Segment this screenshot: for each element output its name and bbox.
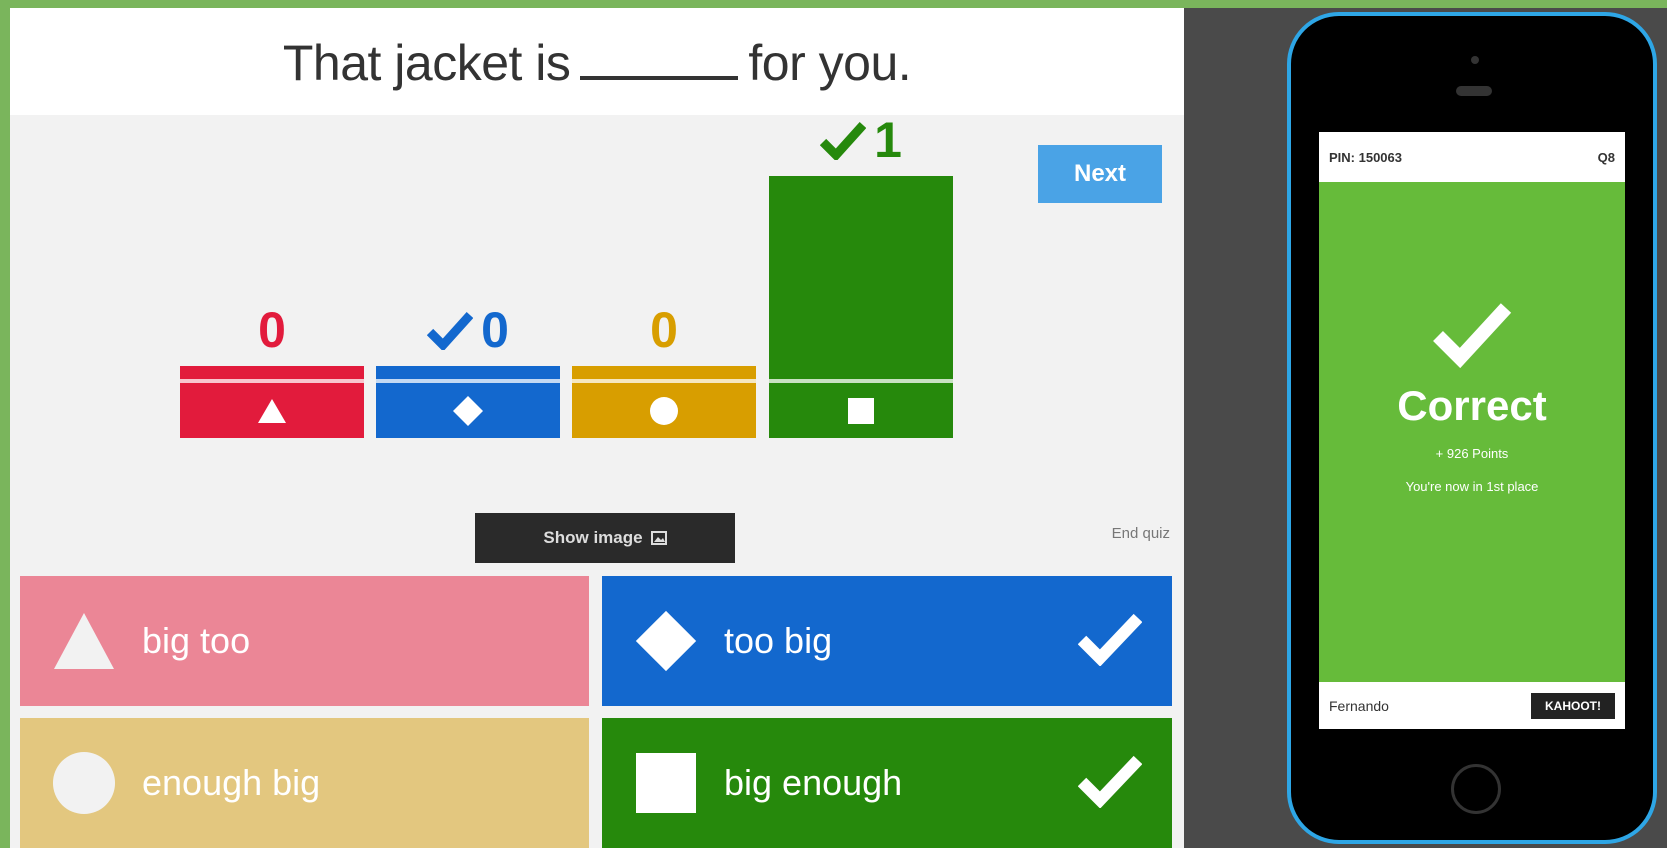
image-icon [650, 531, 667, 545]
phone-top-bar: PIN: 150063 Q8 [1319, 132, 1625, 182]
result-count-yellow: 0 [572, 300, 756, 360]
phone-status: Correct [1397, 382, 1547, 429]
phone-home-button[interactable] [1451, 764, 1501, 814]
result-bar-green [769, 176, 953, 438]
check-icon [820, 121, 867, 160]
phone-bottom-bar: Fernando KAHOOT! [1319, 682, 1625, 729]
square-icon [634, 751, 698, 815]
answer-label: big too [142, 620, 251, 661]
result-bar-red [180, 366, 364, 438]
check-icon [427, 311, 474, 350]
question-after: for you. [748, 34, 912, 91]
phone-question-number: Q8 [1597, 149, 1615, 165]
triangle-icon [52, 609, 116, 673]
question-bar: That jacket is for you. [10, 8, 1184, 115]
circle-icon [572, 383, 756, 438]
result-count-value: 0 [650, 302, 678, 358]
phone-result-panel: Correct + 926 Points You're now in 1st p… [1319, 182, 1625, 682]
triangle-icon [180, 383, 364, 438]
diamond-icon [634, 609, 698, 673]
phone-kahoot-badge: KAHOOT! [1531, 692, 1615, 719]
phone-player-name: Fernando [1329, 697, 1389, 714]
phone-camera [1471, 56, 1479, 64]
result-count-green: 1 [769, 110, 953, 170]
question-before: That jacket is [282, 34, 571, 91]
question-text: That jacket is for you. [282, 32, 912, 92]
end-quiz-link[interactable]: End quiz [1060, 525, 1170, 542]
answer-tile-green[interactable]: big enough [602, 718, 1172, 848]
diamond-icon [376, 383, 560, 438]
next-button[interactable]: Next [1038, 145, 1162, 203]
phone-screen: PIN: 150063 Q8 Correct + 926 Points You'… [1319, 132, 1625, 729]
result-count-red: 0 [180, 300, 364, 360]
answer-label: enough big [142, 762, 321, 803]
host-screen: That jacket is for you. Next 0 0 0 1 Show im… [10, 8, 1184, 848]
result-count-value: 0 [481, 302, 509, 358]
phone-points: + 926 Points [1435, 446, 1509, 461]
check-icon [1433, 303, 1512, 368]
answer-tile-blue[interactable]: too big [602, 576, 1172, 706]
answer-tile-red[interactable]: big too [20, 576, 589, 706]
phone-device: PIN: 150063 Q8 Correct + 926 Points You'… [1287, 12, 1657, 844]
question-blank [580, 32, 739, 80]
result-count-value: 1 [874, 112, 902, 168]
answer-label: too big [724, 620, 833, 661]
result-bar-blue [376, 366, 560, 438]
result-count-blue: 0 [376, 300, 560, 360]
check-icon [1078, 755, 1142, 808]
circle-icon [52, 751, 116, 815]
result-bar-yellow [572, 366, 756, 438]
show-image-button[interactable]: Show image [475, 513, 735, 563]
phone-pin: PIN: 150063 [1329, 149, 1402, 165]
phone-speaker [1456, 86, 1492, 96]
answer-tile-yellow[interactable]: enough big [20, 718, 589, 848]
square-icon [769, 383, 953, 438]
result-count-value: 0 [258, 302, 286, 358]
show-image-label: Show image [543, 528, 643, 547]
answer-label: big enough [724, 762, 903, 803]
check-icon [1078, 613, 1142, 666]
phone-place: You're now in 1st place [1405, 479, 1539, 494]
